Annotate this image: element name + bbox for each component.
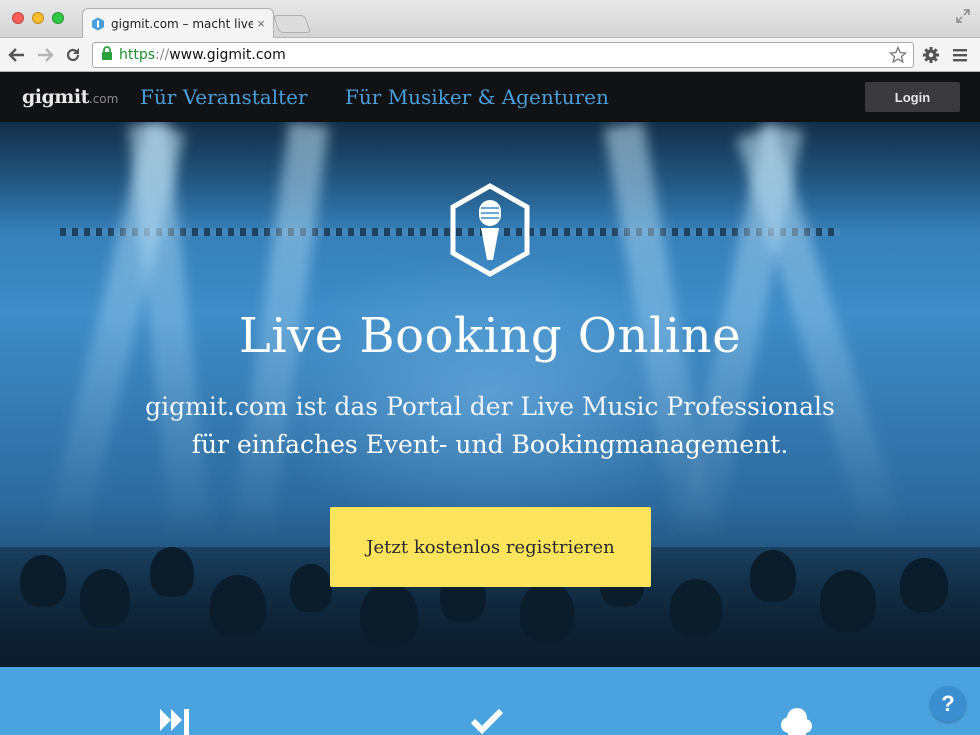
microphone-badge-icon (450, 183, 530, 277)
back-arrow-icon[interactable] (6, 44, 28, 66)
tab-title: gigmit.com – macht live bo (111, 16, 254, 31)
nav-link-musiker[interactable]: Für Musiker & Agenturen (345, 85, 609, 109)
minimize-window-button[interactable] (32, 12, 44, 24)
fullscreen-icon[interactable] (956, 9, 970, 23)
url-host: www.gigmit.com (169, 47, 286, 63)
tab-close-icon[interactable]: × (257, 16, 265, 31)
url-separator: :// (155, 47, 170, 63)
logo-wordmark: gigmit (22, 86, 89, 108)
nav-link-prefix: Für (345, 85, 388, 109)
browser-tab-active[interactable]: gigmit.com – macht live bo × (82, 8, 274, 38)
nav-link-label: Veranstalter (182, 85, 308, 109)
help-button[interactable]: ? (930, 686, 966, 722)
close-window-button[interactable] (12, 12, 24, 24)
cloud-icon (781, 708, 812, 735)
url-scheme: https (119, 47, 156, 63)
site-header: gigmit .com Für Veranstalter Für Musiker… (0, 72, 980, 122)
checkmark-icon (470, 708, 504, 735)
hero-section: Live Booking Online gigmit.com ist das P… (0, 122, 980, 667)
nav-link-label: Musiker & Agenturen (387, 85, 609, 109)
new-tab-button[interactable] (272, 15, 312, 33)
logo-tld: .com (88, 92, 119, 106)
features-strip (0, 667, 980, 735)
register-cta-button[interactable]: Jetzt kostenlos registrieren (330, 507, 651, 587)
hero-subtitle-line1: gigmit.com ist das Portal der Live Music… (145, 392, 835, 421)
hero-subtitle-line2-wrap: für einfaches Event- und Bookingmanageme… (0, 430, 980, 459)
nav-link-veranstalter[interactable]: Für Veranstalter (140, 85, 308, 109)
lock-icon (101, 45, 113, 65)
address-bar[interactable]: https :// www.gigmit.com (92, 42, 914, 68)
gigmit-logo[interactable]: gigmit .com (22, 86, 118, 108)
reload-icon[interactable] (62, 44, 84, 66)
login-button[interactable]: Login (865, 82, 960, 112)
settings-gear-icon[interactable] (920, 44, 942, 66)
bookmark-star-icon[interactable] (888, 45, 908, 69)
nav-link-prefix: Für (140, 85, 183, 109)
browser-toolbar: https :// www.gigmit.com (0, 38, 980, 72)
zoom-window-button[interactable] (52, 12, 64, 24)
forward-arrow-icon[interactable] (34, 44, 56, 66)
browser-titlebar: gigmit.com – macht live bo × (0, 0, 980, 38)
menu-hamburger-icon[interactable] (950, 44, 972, 66)
hero-subtitle-line2: für einfaches Event- und Bookingmanageme… (191, 430, 781, 459)
gigmit-favicon-icon (91, 17, 105, 31)
fast-forward-icon (160, 709, 189, 735)
hero-title: Live Booking Online (238, 308, 742, 364)
hero-subtitle-period: . (780, 430, 789, 459)
